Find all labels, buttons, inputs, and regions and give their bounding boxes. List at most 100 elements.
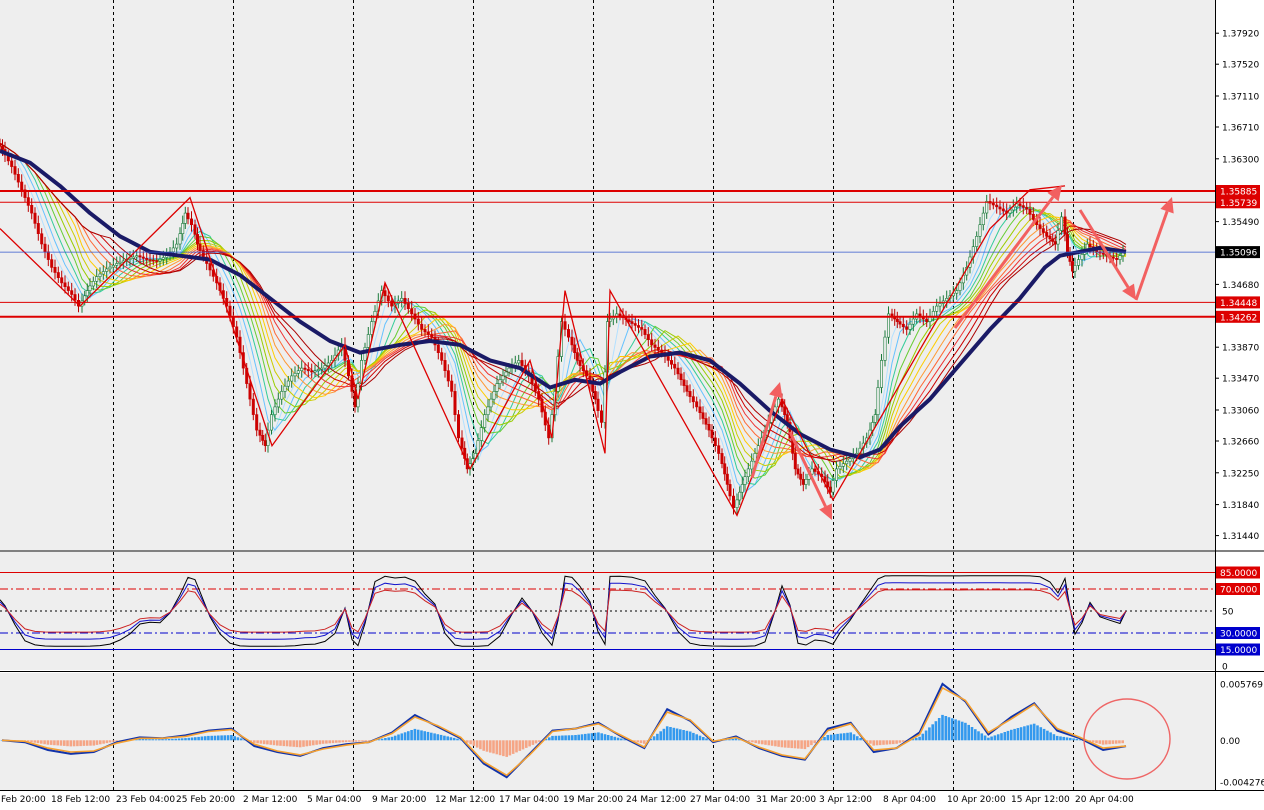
macd-histogram-bar (702, 737, 705, 741)
candle-body (698, 406, 702, 413)
candle-body (879, 360, 883, 388)
candle-body (895, 318, 899, 322)
rsi-level-label: 70.0000 (1220, 586, 1257, 596)
candle-body (383, 290, 387, 297)
candle-body (171, 247, 175, 253)
macd-histogram-bar (502, 740, 505, 757)
candle-body (1021, 205, 1025, 208)
macd-histogram-bar (1039, 727, 1043, 741)
macd-histogram-bar (1000, 733, 1003, 741)
candle-body (145, 257, 149, 260)
candle-body (793, 453, 797, 470)
macd-histogram-bar (498, 740, 502, 756)
candle-body (406, 303, 410, 309)
macd-histogram-bar (433, 733, 436, 741)
candle-body (575, 352, 579, 361)
macd-histogram-bar (295, 740, 299, 748)
candle-body (876, 387, 880, 415)
candle-body (955, 290, 959, 294)
macd-histogram-bar (659, 731, 662, 741)
macd-histogram-bar (174, 738, 177, 741)
macd-histogram-bar (272, 740, 276, 746)
x-tick-label: 8 Apr 04:00 (883, 795, 936, 805)
candle-body (707, 423, 711, 431)
macd-tick-label: 0.00 (1220, 737, 1240, 747)
forex-chart: 85.0000 70.0000 50 30.0000 15.0000 0 0.005769… (0, 0, 1264, 806)
candle-body (320, 367, 324, 370)
macd-histogram-bar (813, 740, 816, 744)
candle-body (731, 495, 735, 509)
candle-body (248, 383, 252, 400)
macd-histogram-bar (53, 740, 56, 746)
macd-histogram-bar (308, 740, 312, 746)
macd-histogram-bar (531, 740, 535, 745)
macd-histogram-bar (69, 740, 73, 747)
macd-histogram-bar (148, 739, 151, 741)
candle-body (723, 463, 727, 475)
macd-histogram-bar (154, 739, 158, 741)
macd-histogram-bar (207, 735, 210, 741)
macd-histogram-bar (279, 740, 282, 746)
candle-body (423, 329, 427, 333)
candle-body (981, 212, 985, 226)
x-tick-label: 10 Apr 20:00 (947, 795, 1006, 805)
candle-body (323, 365, 327, 369)
macd-histogram-bar (974, 729, 977, 741)
macd-histogram-bar (826, 735, 830, 741)
candle-body (95, 276, 99, 282)
candle-body (599, 410, 603, 423)
macd-histogram-bar (430, 732, 433, 741)
macd-histogram-bar (102, 740, 105, 744)
y-tick-label: 1.37920 (1222, 30, 1259, 40)
macd-histogram-bar (790, 740, 793, 749)
macd-histogram-bar (1052, 734, 1056, 741)
candle-body (353, 391, 357, 408)
macd-histogram-bar (253, 740, 256, 743)
candle-body (656, 347, 660, 351)
macd-histogram-bar (472, 740, 476, 746)
macd-histogram-bar (1072, 738, 1075, 741)
macd-histogram-bar (983, 735, 987, 741)
candle-body (46, 251, 50, 260)
macd-histogram-bar (993, 735, 997, 741)
candle-body (108, 266, 112, 270)
macd-histogram-bar (289, 740, 292, 747)
candle-body (450, 380, 454, 392)
candle-body (88, 285, 92, 291)
macd-histogram-bar (964, 722, 967, 741)
macd-histogram-bar (882, 740, 885, 745)
candle-body (151, 259, 155, 262)
candle-body (728, 484, 732, 497)
candle-body (313, 370, 317, 373)
candle-body (1063, 216, 1067, 235)
candle-body (841, 463, 845, 467)
candle-body (911, 318, 915, 325)
y-tick-label: 1.33470 (1222, 375, 1259, 385)
candle-body (0, 143, 2, 147)
candle-body (70, 290, 74, 295)
macd-histogram-bar (167, 739, 171, 741)
candle-body (898, 321, 902, 325)
macd-histogram-bar (829, 734, 833, 741)
candle-body (201, 250, 205, 258)
candle-body (735, 499, 739, 508)
macd-histogram-bar (456, 738, 459, 741)
macd-histogram-bar (489, 740, 492, 753)
macd-histogram-bar (928, 727, 931, 741)
macd-histogram-bar (85, 740, 89, 746)
macd-histogram-bar (292, 740, 295, 747)
macd-histogram-bar (92, 740, 96, 746)
candle-body (303, 367, 307, 370)
candle-body (704, 418, 708, 425)
candle-body (679, 373, 683, 380)
candle-body (269, 414, 273, 431)
candle-body (196, 234, 200, 245)
x-tick-label: 15 Apr 12:00 (1011, 795, 1070, 805)
macd-histogram-bar (380, 738, 384, 741)
candle-body (573, 344, 577, 353)
candle-body (660, 349, 664, 353)
candle-body (138, 255, 142, 258)
candle-body (834, 468, 838, 481)
macd-histogram-bar (1069, 737, 1072, 741)
y-tick-label: 1.36710 (1222, 124, 1259, 134)
